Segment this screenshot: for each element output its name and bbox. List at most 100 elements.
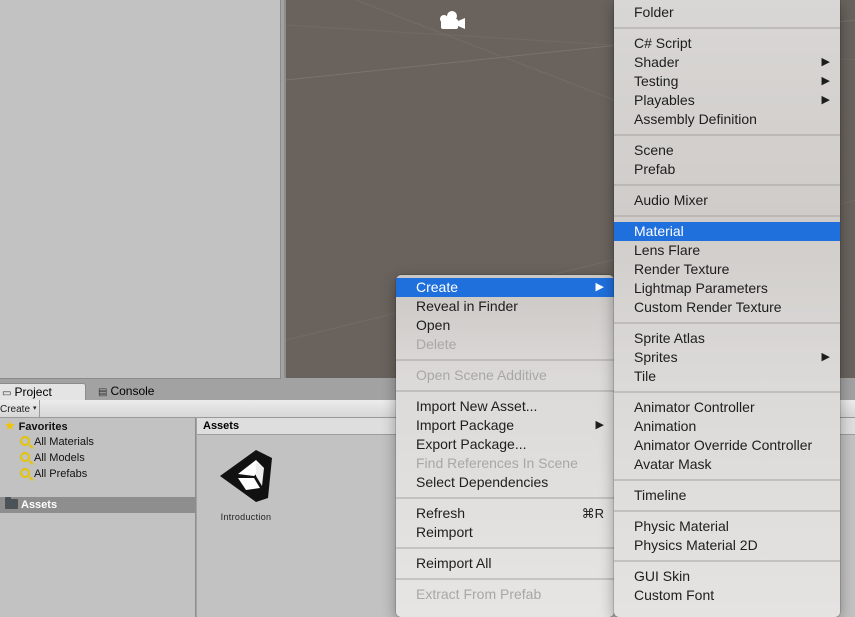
menu-item-label: Create	[416, 279, 459, 295]
menu-item-label: Import New Asset...	[416, 398, 538, 414]
console-icon: ▤	[98, 387, 108, 398]
menu-separator	[396, 542, 614, 554]
tree-item-favorites[interactable]: ★ Favorites	[4, 418, 68, 434]
menu-item-tile[interactable]: Tile	[614, 367, 840, 386]
menu-item-reimport[interactable]: Reimport	[396, 523, 614, 542]
menu-item-timeline[interactable]: Timeline	[614, 486, 840, 505]
tree-item-assets[interactable]: Assets	[0, 497, 196, 513]
menu-item-label: Animator Override Controller	[634, 437, 813, 453]
menu-item-extract-from-prefab: Extract From Prefab	[396, 585, 614, 604]
menu-item-label: Select Dependencies	[416, 474, 549, 490]
menu-item-reveal-in-finder[interactable]: Reveal in Finder	[396, 297, 614, 316]
menu-item-animation[interactable]: Animation	[614, 417, 840, 436]
menu-item-label: Sprite Atlas	[634, 330, 705, 346]
menu-item-audio-mixer[interactable]: Audio Mixer	[614, 191, 840, 210]
tab-console[interactable]: ▤ Console	[96, 383, 186, 400]
tree-item-label: All Models	[34, 452, 85, 464]
menu-separator	[614, 474, 840, 486]
menu-item-delete: Delete	[396, 335, 614, 354]
asset-item-introduction[interactable]: Introduction	[211, 446, 281, 522]
submenu-arrow-icon: ▶	[821, 75, 830, 87]
menu-separator	[396, 492, 614, 504]
menu-item-open[interactable]: Open	[396, 316, 614, 335]
menu-item-label: Extract From Prefab	[416, 586, 542, 602]
menu-item-create[interactable]: Create ▶	[396, 278, 614, 297]
menu-item-label: Reimport All	[416, 555, 492, 571]
tree-item-all-models[interactable]: All Models	[20, 450, 85, 466]
menu-item-label: Sprites	[634, 349, 678, 365]
tree-item-all-materials[interactable]: All Materials	[20, 434, 94, 450]
menu-separator	[614, 129, 840, 141]
menu-item-sprite-atlas[interactable]: Sprite Atlas	[614, 329, 840, 348]
menu-item-folder[interactable]: Folder	[614, 3, 840, 22]
menu-item-gui-skin[interactable]: GUI Skin	[614, 567, 840, 586]
search-icon	[20, 452, 30, 462]
create-dropdown-button[interactable]: Create ▾	[0, 400, 40, 418]
folder-icon	[5, 497, 18, 509]
menu-item-lightmap-parameters[interactable]: Lightmap Parameters	[614, 279, 840, 298]
menu-item-label: Playables	[634, 92, 695, 108]
menu-item-material[interactable]: Material	[614, 222, 840, 241]
menu-item-avatar-mask[interactable]: Avatar Mask	[614, 455, 840, 474]
menu-item-label: Shader	[634, 54, 680, 70]
menu-item-label: Refresh	[416, 505, 466, 521]
menu-item-reimport-all[interactable]: Reimport All	[396, 554, 614, 573]
menu-item-import-new-asset[interactable]: Import New Asset...	[396, 397, 614, 416]
menu-item-export-package[interactable]: Export Package...	[396, 435, 614, 454]
tree-item-label: All Prefabs	[34, 468, 88, 480]
menu-separator	[614, 317, 840, 329]
menu-item-label: Find References In Scene	[416, 455, 578, 471]
menu-separator	[614, 386, 840, 398]
tree-item-all-prefabs[interactable]: All Prefabs	[20, 466, 87, 482]
menu-item-lens-flare[interactable]: Lens Flare	[614, 241, 840, 260]
menu-item-shader[interactable]: Shader ▶	[614, 53, 840, 72]
menu-item-label: Delete	[416, 336, 457, 352]
menu-item-assembly-definition[interactable]: Assembly Definition	[614, 110, 840, 129]
menu-item-label: Timeline	[634, 487, 687, 503]
menu-item-sprites[interactable]: Sprites ▶	[614, 348, 840, 367]
submenu-arrow-icon: ▶	[821, 351, 830, 363]
menu-item-label: Open	[416, 317, 451, 333]
submenu-arrow-icon: ▶	[821, 94, 830, 106]
menu-item-label: Tile	[634, 368, 657, 384]
menu-item-label: Avatar Mask	[634, 456, 712, 472]
tab-console-label: Console	[110, 384, 155, 398]
camera-gizmo-icon[interactable]	[438, 10, 468, 32]
submenu-arrow-icon: ▶	[821, 56, 830, 68]
menu-item-open-scene-additive: Open Scene Additive	[396, 366, 614, 385]
create-submenu: Folder C# Script Shader ▶ Testing ▶ Playables ▶…	[614, 0, 840, 617]
menu-item-select-dependencies[interactable]: Select Dependencies	[396, 473, 614, 492]
menu-item-testing[interactable]: Testing ▶	[614, 72, 840, 91]
menu-item-import-package[interactable]: Import Package ▶	[396, 416, 614, 435]
star-icon: ★	[4, 418, 16, 433]
menu-item-label: Lightmap Parameters	[634, 280, 768, 296]
menu-item-label: Prefab	[634, 161, 676, 177]
menu-item-label: Scene	[634, 142, 674, 158]
menu-item-refresh[interactable]: Refresh ⌘R	[396, 504, 614, 523]
menu-item-animator-override-controller[interactable]: Animator Override Controller	[614, 436, 840, 455]
favorites-label: Favorites	[18, 421, 68, 433]
menu-item-physic-material[interactable]: Physic Material	[614, 517, 840, 536]
search-icon	[20, 436, 30, 446]
menu-item-label: Animator Controller	[634, 399, 755, 415]
menu-item-label: Custom Font	[634, 587, 715, 603]
menu-item-label: Audio Mixer	[634, 192, 708, 208]
menu-separator	[614, 505, 840, 517]
menu-item-animator-controller[interactable]: Animator Controller	[614, 398, 840, 417]
menu-item-c-script[interactable]: C# Script	[614, 34, 840, 53]
menu-item-scene[interactable]: Scene	[614, 141, 840, 160]
menu-separator	[614, 555, 840, 567]
tree-item-label: All Materials	[34, 436, 94, 448]
menu-item-custom-font[interactable]: Custom Font	[614, 586, 840, 605]
create-label: Create	[0, 404, 31, 415]
menu-item-custom-render-texture[interactable]: Custom Render Texture	[614, 298, 840, 317]
menu-item-label: Render Texture	[634, 261, 730, 277]
menu-item-label: Assembly Definition	[634, 111, 757, 127]
tab-project[interactable]: ▭ Project	[0, 383, 86, 400]
menu-item-playables[interactable]: Playables ▶	[614, 91, 840, 110]
menu-item-physics-material-2d[interactable]: Physics Material 2D	[614, 536, 840, 555]
menu-separator	[396, 573, 614, 585]
menu-item-prefab[interactable]: Prefab	[614, 160, 840, 179]
chevron-down-icon: ▾	[33, 405, 37, 412]
menu-item-render-texture[interactable]: Render Texture	[614, 260, 840, 279]
